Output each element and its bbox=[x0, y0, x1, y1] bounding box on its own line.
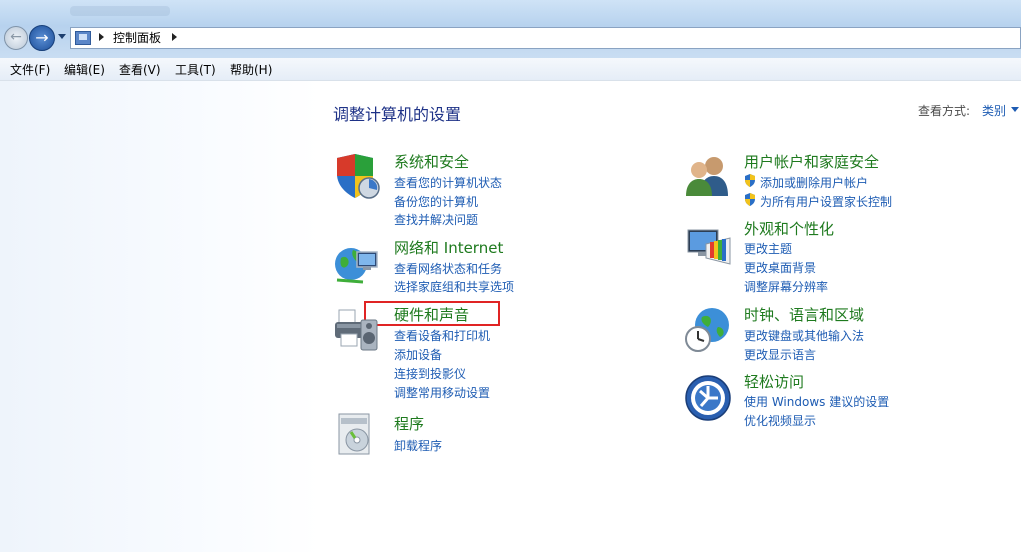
category-user-accounts[interactable]: 用户帐户和家庭安全 bbox=[744, 151, 879, 172]
address-bar[interactable]: 控制面板 bbox=[70, 27, 1021, 49]
left-pane bbox=[0, 81, 320, 552]
menu-help[interactable]: 帮助(H) bbox=[230, 61, 272, 78]
menu-view[interactable]: 查看(V) bbox=[119, 61, 161, 78]
link-display-language[interactable]: 更改显示语言 bbox=[744, 346, 816, 363]
recent-pages-dropdown-icon[interactable] bbox=[58, 34, 66, 39]
uac-shield-icon bbox=[745, 174, 755, 187]
link-screen-resolution[interactable]: 调整屏幕分辨率 bbox=[744, 278, 828, 295]
link-optimize-display[interactable]: 优化视频显示 bbox=[744, 412, 816, 429]
breadcrumb-control-panel[interactable]: 控制面板 bbox=[113, 30, 161, 46]
printer-speaker-icon[interactable] bbox=[333, 306, 381, 354]
view-by-label: 查看方式: bbox=[918, 104, 971, 118]
programs-icon[interactable] bbox=[333, 410, 381, 458]
category-hardware-sound[interactable]: 硬件和声音 bbox=[394, 304, 469, 325]
forward-button[interactable]: → bbox=[29, 25, 55, 51]
menu-tools[interactable]: 工具(T) bbox=[175, 61, 216, 78]
shield-icon[interactable] bbox=[333, 152, 381, 200]
category-system-security[interactable]: 系统和安全 bbox=[394, 151, 469, 172]
link-change-keyboard[interactable]: 更改键盘或其他输入法 bbox=[744, 327, 864, 344]
forward-arrow-icon: → bbox=[35, 28, 49, 47]
category-ease-of-access[interactable]: 轻松访问 bbox=[744, 371, 804, 392]
link-homegroup-sharing[interactable]: 选择家庭组和共享选项 bbox=[394, 278, 514, 295]
link-view-computer-status[interactable]: 查看您的计算机状态 bbox=[394, 174, 502, 191]
chevron-down-icon[interactable] bbox=[1011, 107, 1019, 112]
link-network-status[interactable]: 查看网络状态和任务 bbox=[394, 260, 502, 277]
control-panel-icon bbox=[75, 31, 91, 45]
link-mobility-settings[interactable]: 调整常用移动设置 bbox=[394, 384, 490, 401]
network-globe-icon[interactable] bbox=[333, 240, 381, 288]
link-add-device[interactable]: 添加设备 bbox=[394, 346, 442, 363]
users-icon[interactable] bbox=[684, 152, 732, 200]
link-connect-projector[interactable]: 连接到投影仪 bbox=[394, 365, 466, 382]
view-by-dropdown[interactable]: 类别 bbox=[982, 102, 1006, 119]
link-backup-computer[interactable]: 备份您的计算机 bbox=[394, 193, 478, 210]
clock-globe-icon[interactable] bbox=[684, 305, 732, 353]
title-bar: ← → 控制面板 bbox=[0, 0, 1021, 58]
breadcrumb-arrow-icon[interactable] bbox=[172, 33, 177, 41]
back-arrow-icon: ← bbox=[10, 29, 22, 45]
category-clock-language-region[interactable]: 时钟、语言和区域 bbox=[744, 304, 864, 325]
link-windows-suggested-settings[interactable]: 使用 Windows 建议的设置 bbox=[744, 393, 889, 410]
category-appearance[interactable]: 外观和个性化 bbox=[744, 218, 834, 239]
link-uninstall-program[interactable]: 卸载程序 bbox=[394, 437, 442, 454]
link-devices-printers[interactable]: 查看设备和打印机 bbox=[394, 327, 490, 344]
menu-edit[interactable]: 编辑(E) bbox=[64, 61, 105, 78]
uac-shield-icon bbox=[745, 193, 755, 206]
link-troubleshoot[interactable]: 查找并解决问题 bbox=[394, 211, 478, 228]
category-network-internet[interactable]: 网络和 Internet bbox=[394, 237, 503, 258]
ease-of-access-icon[interactable] bbox=[684, 374, 732, 422]
link-parental-controls[interactable]: 为所有用户设置家长控制 bbox=[760, 193, 892, 210]
category-programs[interactable]: 程序 bbox=[394, 413, 424, 434]
link-add-remove-accounts[interactable]: 添加或删除用户帐户 bbox=[760, 174, 868, 191]
link-desktop-background[interactable]: 更改桌面背景 bbox=[744, 259, 816, 276]
breadcrumb-arrow-icon[interactable] bbox=[99, 33, 104, 41]
link-change-theme[interactable]: 更改主题 bbox=[744, 240, 792, 257]
window-title-blurred bbox=[70, 6, 170, 16]
menu-bar: 文件(F) 编辑(E) 查看(V) 工具(T) 帮助(H) bbox=[0, 58, 1021, 81]
menu-file[interactable]: 文件(F) bbox=[10, 61, 50, 78]
page-title: 调整计算机的设置 bbox=[333, 105, 462, 124]
appearance-icon[interactable] bbox=[684, 224, 732, 272]
back-button[interactable]: ← bbox=[4, 26, 28, 50]
